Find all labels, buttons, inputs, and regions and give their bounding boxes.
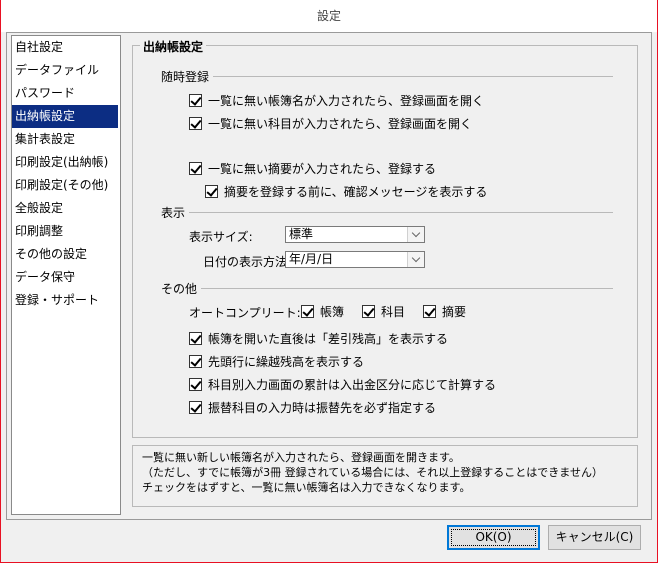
check-unknown-account[interactable]: 一覧に無い科目が入力されたら、登録画面を開く (189, 115, 472, 132)
check-unknown-book[interactable]: 一覧に無い帳簿名が入力されたら、登録画面を開く (189, 92, 484, 109)
sidebar-item-other-settings[interactable]: その他の設定 (12, 243, 120, 266)
check-cumulative-calc[interactable]: 科目別入力画面の累計は入出金区分に応じて計算する (189, 376, 496, 393)
description-box: 一覧に無い新しい帳簿名が入力されたら、登録画面を開きます。 （ただし、すでに帳簿… (132, 445, 638, 507)
date-format-value: 年/月/日 (289, 252, 334, 266)
sidebar-item-print-other[interactable]: 印刷設定(その他) (12, 174, 120, 197)
checkbox-checked-icon[interactable] (189, 162, 202, 175)
sidebar-item-print-adjust[interactable]: 印刷調整 (12, 220, 120, 243)
sidebar-item-summary[interactable]: 集計表設定 (12, 128, 120, 151)
ok-button[interactable]: OK(O) (447, 525, 540, 550)
sidebar-item-cashbook[interactable]: 出納帳設定 (12, 105, 118, 128)
chevron-down-icon[interactable] (407, 227, 424, 242)
check-unknown-summary[interactable]: 一覧に無い摘要が入力されたら、登録する (189, 160, 436, 177)
check-label: 摘要 (442, 305, 467, 319)
window-title: 設定 (1, 0, 657, 32)
sidebar-item-registration-support[interactable]: 登録・サポート (12, 289, 120, 312)
sidebar-item-print-cashbook[interactable]: 印刷設定(出納帳) (12, 151, 120, 174)
display-size-select[interactable]: 標準 (285, 226, 425, 243)
autocomplete-label: オートコンプリート: (189, 306, 301, 320)
sidebar-item-data-file[interactable]: データファイル (12, 59, 120, 82)
checkbox-checked-icon[interactable] (301, 305, 314, 318)
check-autocomplete-book[interactable]: 帳簿 (301, 303, 344, 320)
description-line: （ただし、すでに帳簿が3冊 登録されている場合には、それ以上登録することはできま… (142, 466, 603, 479)
check-label: 振替科目の入力時は振替先を必ず指定する (208, 401, 437, 415)
check-label: 科目 (381, 305, 406, 319)
focus-ring (451, 529, 536, 546)
checkbox-checked-icon[interactable] (189, 378, 202, 391)
settings-panel: 自社設定 データファイル パスワード 出納帳設定 集計表設定 印刷設定(出納帳)… (6, 32, 652, 520)
check-confirm-summary[interactable]: 摘要を登録する前に、確認メッセージを表示する (205, 183, 487, 200)
check-transfer-target[interactable]: 振替科目の入力時は振替先を必ず指定する (189, 399, 436, 416)
cancel-button[interactable]: キャンセル(C) (548, 525, 641, 550)
description-line: 一覧に無い新しい帳簿名が入力されたら、登録画面を開きます。 (142, 451, 460, 464)
section-instant-register-label: 随時登録 (161, 68, 214, 85)
date-format-select[interactable]: 年/月/日 (285, 251, 425, 268)
section-display-label: 表示 (161, 204, 190, 221)
check-label: 摘要を登録する前に、確認メッセージを表示する (224, 185, 488, 199)
check-show-balance[interactable]: 帳簿を開いた直後は「差引残高」を表示する (189, 330, 448, 347)
description-line: チェックをはずすと、一覧に無い帳簿名は入力できなくなります。 (142, 481, 471, 494)
display-size-label: 表示サイズ: (189, 230, 253, 244)
section-other-label: その他 (161, 280, 202, 297)
section-divider (195, 76, 613, 77)
sidebar-item-general[interactable]: 全般設定 (12, 197, 120, 220)
cashbook-settings-group: 出納帳設定 随時登録 一覧に無い帳簿名が入力されたら、登録画面を開く 一覧に無い… (132, 38, 638, 438)
group-title: 出納帳設定 (140, 38, 207, 55)
sidebar-item-password[interactable]: パスワード (12, 82, 120, 105)
checkbox-checked-icon[interactable] (362, 305, 375, 318)
check-label: 一覧に無い摘要が入力されたら、登録する (208, 162, 437, 176)
sidebar-item-data-maintenance[interactable]: データ保守 (12, 266, 120, 289)
sidebar-item-company[interactable]: 自社設定 (12, 36, 120, 59)
checkbox-checked-icon[interactable] (189, 355, 202, 368)
checkbox-checked-icon[interactable] (189, 332, 202, 345)
checkbox-checked-icon[interactable] (189, 401, 202, 414)
check-autocomplete-summary[interactable]: 摘要 (423, 303, 466, 320)
sidebar: 自社設定 データファイル パスワード 出納帳設定 集計表設定 印刷設定(出納帳)… (11, 35, 121, 515)
check-carryover-balance[interactable]: 先頭行に繰越残高を表示する (189, 353, 364, 370)
check-label: 科目別入力画面の累計は入出金区分に応じて計算する (208, 378, 497, 392)
section-divider (195, 288, 613, 289)
check-label: 一覧に無い帳簿名が入力されたら、登録画面を開く (208, 94, 485, 108)
check-autocomplete-account[interactable]: 科目 (362, 303, 405, 320)
checkbox-checked-icon[interactable] (423, 305, 436, 318)
date-format-label: 日付の表示方法: (203, 255, 292, 269)
check-label: 先頭行に繰越残高を表示する (208, 355, 365, 369)
section-divider (183, 212, 613, 213)
checkbox-checked-icon[interactable] (189, 117, 202, 130)
chevron-down-icon[interactable] (407, 252, 424, 267)
check-label: 一覧に無い科目が入力されたら、登録画面を開く (208, 117, 473, 131)
display-size-value: 標準 (289, 227, 314, 241)
check-label: 帳簿 (320, 305, 345, 319)
checkbox-checked-icon[interactable] (189, 94, 202, 107)
checkbox-checked-icon[interactable] (205, 185, 218, 198)
check-label: 帳簿を開いた直後は「差引残高」を表示する (208, 332, 449, 346)
content-area: 出納帳設定 随時登録 一覧に無い帳簿名が入力されたら、登録画面を開く 一覧に無い… (124, 35, 647, 515)
settings-window: 設定 自社設定 データファイル パスワード 出納帳設定 集計表設定 印刷設定(出… (0, 0, 658, 563)
